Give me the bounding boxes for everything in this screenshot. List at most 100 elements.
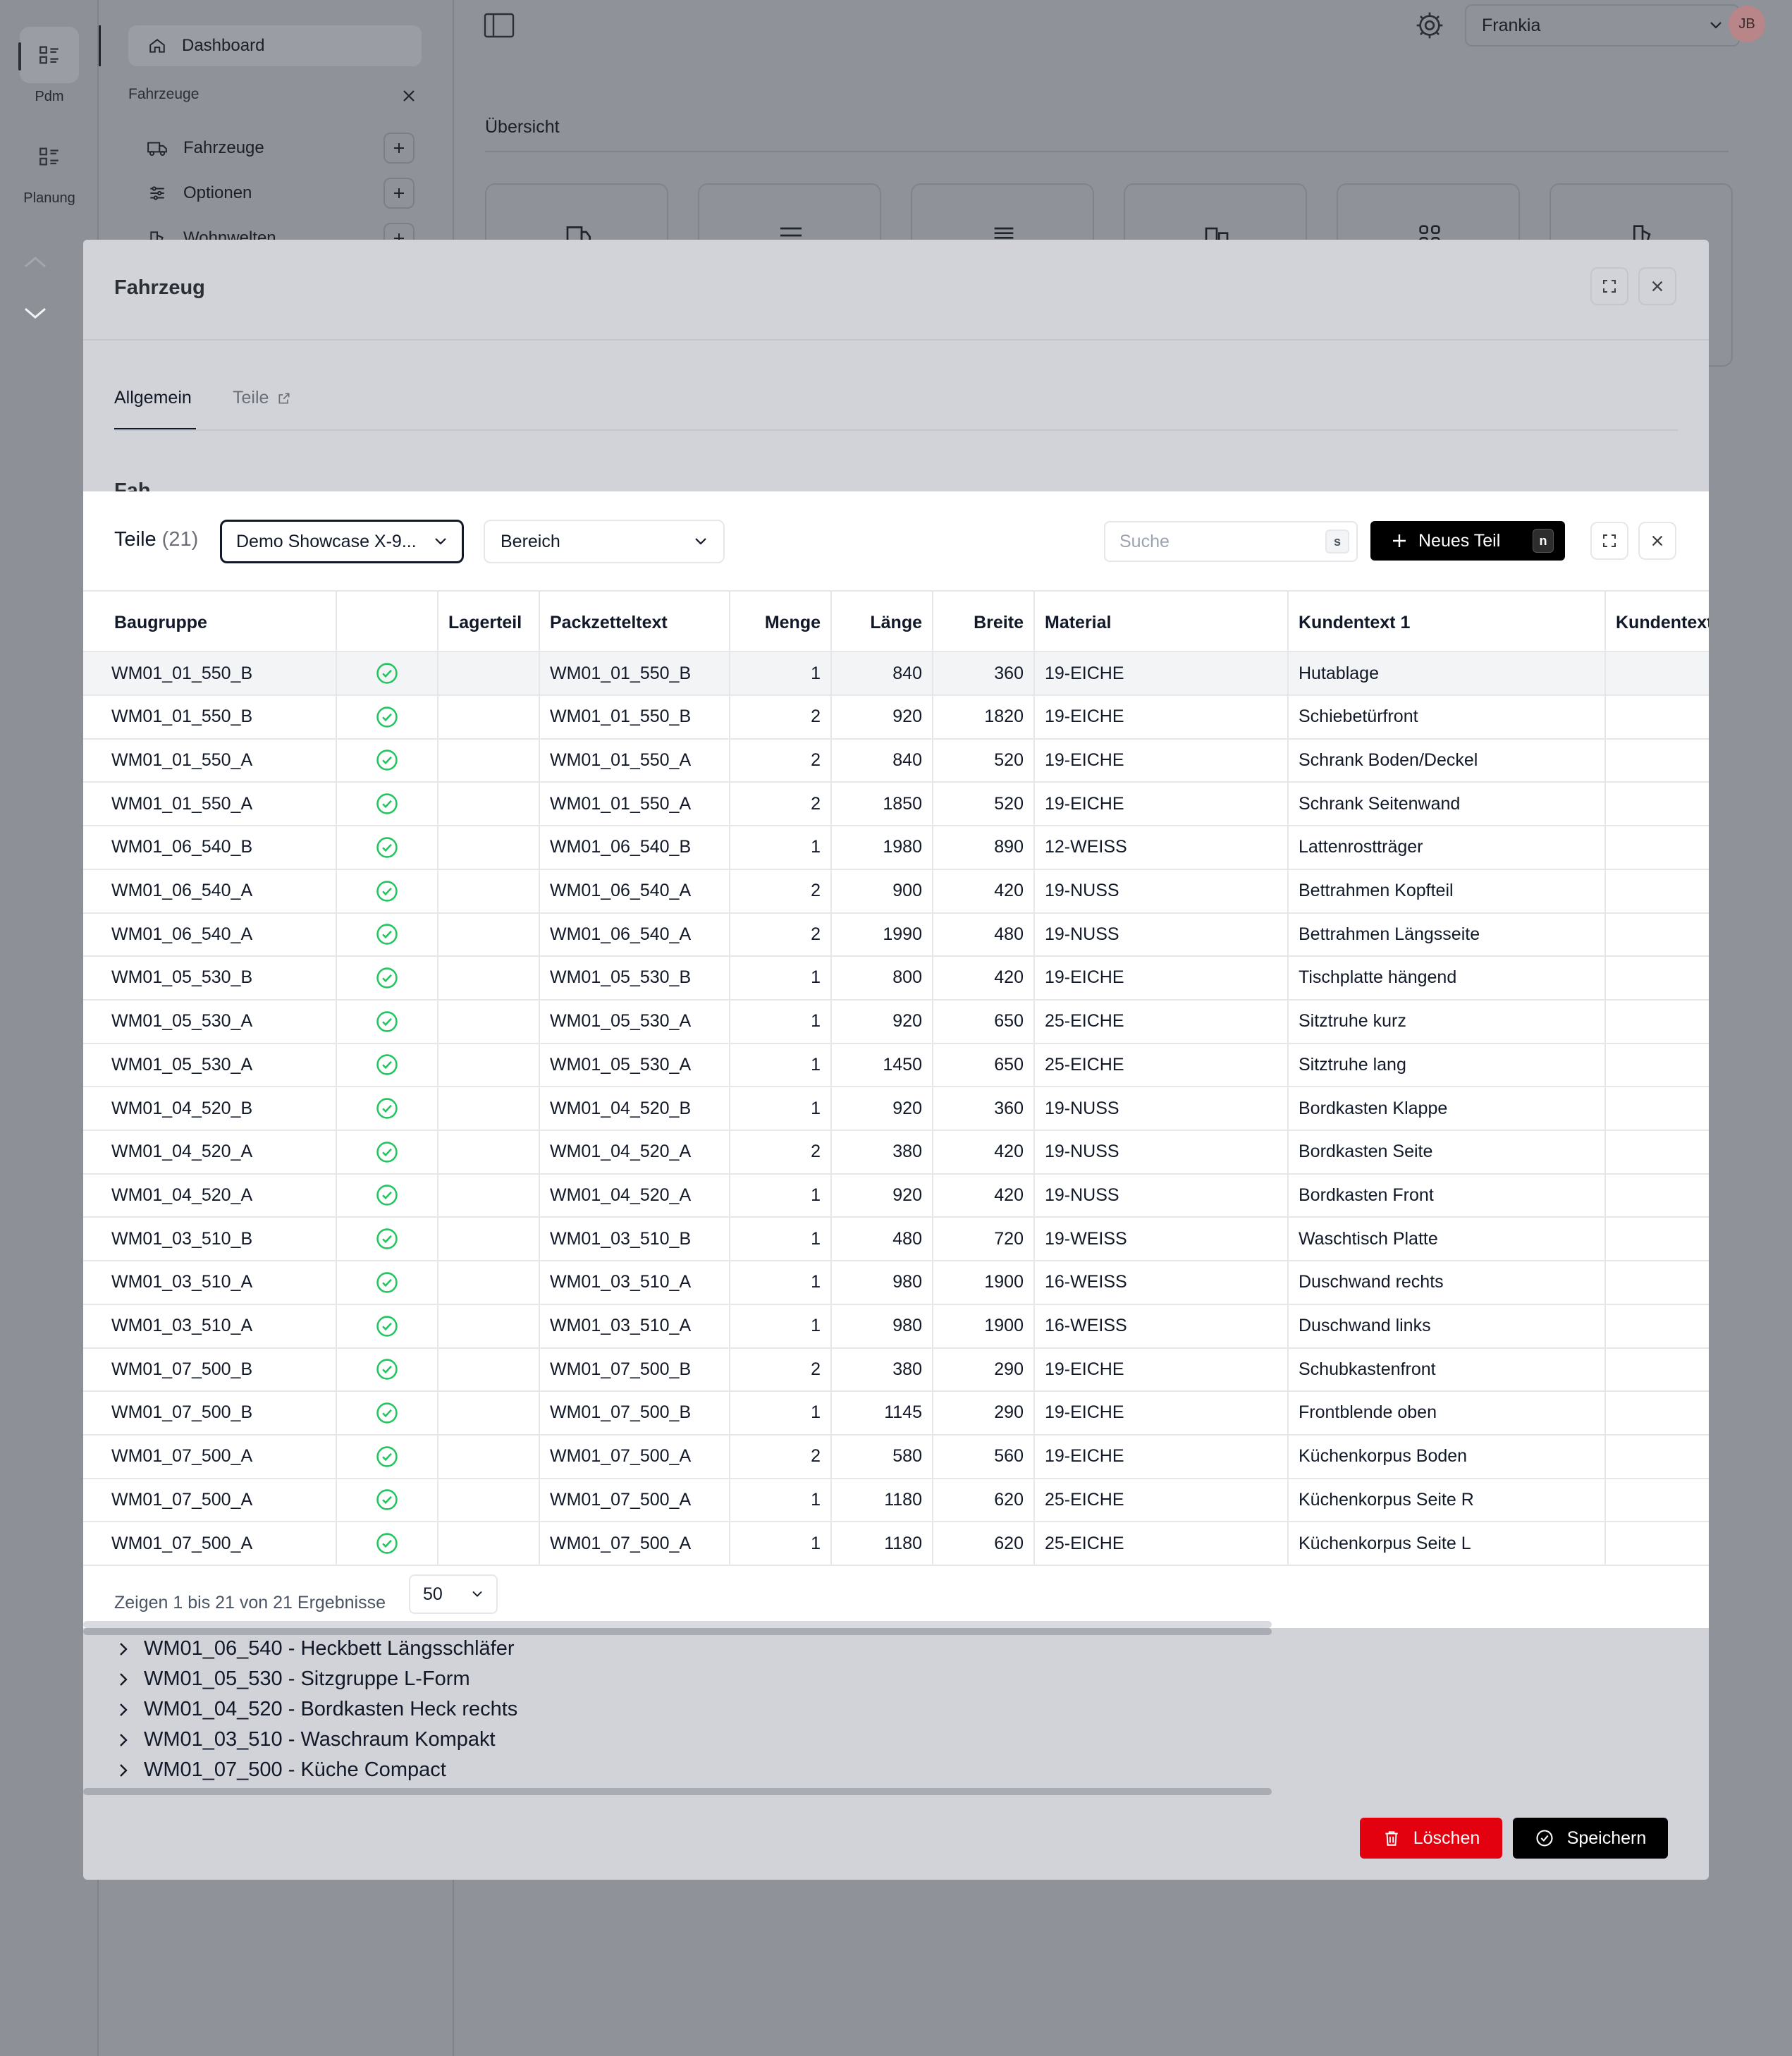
table-cell-breite: 650 <box>933 1044 1035 1087</box>
status-cell <box>337 869 438 912</box>
column-header[interactable] <box>337 592 438 654</box>
add-fahrzeug-button[interactable] <box>383 133 415 164</box>
table-cell-baugruppe: WM01_04_520_A <box>83 1130 337 1173</box>
table-row[interactable]: WM01_05_530_A WM01_05_530_A 1 920 650 25-EICH… <box>83 1000 1709 1044</box>
add-option-button[interactable] <box>383 178 415 209</box>
group-item[interactable]: WM01_04_520 - Bordkasten Heck rechts <box>118 1698 517 1721</box>
table-row[interactable]: WM01_03_510_A WM01_03_510_A 1 980 1900 16-WEI… <box>83 1261 1709 1305</box>
expand-button[interactable] <box>1590 522 1628 560</box>
manufacturer-select[interactable]: Frankia <box>1465 4 1740 47</box>
table-row[interactable]: WM01_01_550_B WM01_01_550_B 1 840 360 19-EICH… <box>83 652 1709 696</box>
table-row[interactable]: WM01_05_530_A WM01_05_530_A 1 1450 650 25-EIC… <box>83 1044 1709 1088</box>
table-row[interactable]: WM01_01_550_A WM01_01_550_A 2 1850 520 19-EIC… <box>83 783 1709 827</box>
table-row[interactable]: WM01_05_530_B WM01_05_530_B 1 800 420 19-EICH… <box>83 956 1709 1001</box>
table-cell-material: 19-EICHE <box>1035 1391 1289 1434</box>
search-input[interactable]: Suche s <box>1104 521 1358 562</box>
new-part-button[interactable]: Neues Teil n <box>1370 521 1565 561</box>
table-row[interactable]: WM01_07_500_A WM01_07_500_A 2 580 560 19-EICH… <box>83 1435 1709 1479</box>
table-cell-baugruppe: WM01_01_550_A <box>83 783 337 826</box>
group-item[interactable]: WM01_06_540 - Heckbett Längsschläfer <box>118 1637 515 1660</box>
nav-item-dashboard[interactable]: Dashboard <box>128 25 422 66</box>
table-cell-baugruppe: WM01_07_500_A <box>83 1522 337 1565</box>
table-cell-breite: 290 <box>933 1391 1035 1434</box>
check-circle-icon <box>375 748 399 772</box>
vehicle-select[interactable]: Demo Showcase X-9... <box>220 520 464 563</box>
table-row[interactable]: WM01_01_550_B WM01_01_550_B 2 920 1820 19-EIC… <box>83 695 1709 740</box>
table-row[interactable]: WM01_06_540_A WM01_06_540_A 2 1990 480 19-NUS… <box>83 913 1709 957</box>
avatar[interactable]: JB <box>1729 6 1765 42</box>
nav-item-fahrzeuge[interactable]: Fahrzeuge <box>147 134 264 162</box>
table-cell <box>1606 1087 1709 1130</box>
table-row[interactable]: WM01_04_520_A WM01_04_520_A 2 380 420 19-NUSS… <box>83 1130 1709 1175</box>
delete-label: Löschen <box>1413 1828 1480 1848</box>
sidebar-toggle-icon[interactable] <box>484 13 515 38</box>
column-header[interactable]: Material <box>1035 592 1289 654</box>
table-cell <box>1606 1174 1709 1216</box>
table-row[interactable]: WM01_06_540_A WM01_06_540_A 2 900 420 19-NUSS… <box>83 869 1709 914</box>
check-circle-icon <box>375 1314 399 1338</box>
parts-title-label: Teile <box>114 528 157 551</box>
area-select[interactable]: Bereich <box>484 520 725 563</box>
close-button[interactable] <box>1638 267 1676 305</box>
shortcut-badge: s <box>1325 530 1349 553</box>
table-row[interactable]: WM01_04_520_A WM01_04_520_A 1 920 420 19-NUSS… <box>83 1174 1709 1218</box>
manufacturer-value: Frankia <box>1482 15 1541 35</box>
group-item[interactable]: WM01_07_500 - Küche Compact <box>118 1758 446 1782</box>
new-part-label: Neues Teil <box>1418 530 1501 551</box>
table-cell <box>438 1304 540 1347</box>
rail-item-planung[interactable]: Planung <box>0 128 99 207</box>
gear-icon[interactable] <box>1416 11 1444 39</box>
scrollbar[interactable] <box>83 1628 1272 1635</box>
column-header[interactable]: Kundentext 1 <box>1289 592 1606 654</box>
save-button[interactable]: Speichern <box>1513 1818 1668 1859</box>
table-cell <box>1606 913 1709 955</box>
column-header[interactable]: Kundentext <box>1606 592 1709 654</box>
column-header[interactable]: Lagerteil <box>438 592 540 654</box>
column-header[interactable]: Menge <box>730 592 832 654</box>
nav-label: Dashboard <box>182 36 265 55</box>
close-button[interactable] <box>1638 522 1676 560</box>
check-circle-icon <box>375 1096 399 1120</box>
table-row[interactable]: WM01_04_520_B WM01_04_520_B 1 920 360 19-NUSS… <box>83 1087 1709 1131</box>
scrollbar[interactable] <box>83 1621 1272 1628</box>
nav-item-optionen[interactable]: Optionen <box>147 179 252 207</box>
table-cell-menge: 1 <box>730 1000 832 1043</box>
table-row[interactable]: WM01_03_510_A WM01_03_510_A 1 980 1900 16-WEI… <box>83 1304 1709 1349</box>
table-cell-menge: 1 <box>730 826 832 869</box>
chevron-up-icon[interactable] <box>23 254 48 271</box>
table-cell <box>1606 739 1709 781</box>
scrollbar[interactable] <box>83 1788 1272 1795</box>
table-cell-kundentext: Bettrahmen Kopfteil <box>1289 869 1606 912</box>
table-row[interactable]: WM01_03_510_B WM01_03_510_B 1 480 720 19-WEIS… <box>83 1218 1709 1262</box>
chevron-down-icon[interactable] <box>23 305 48 322</box>
chevron-right-icon <box>118 1641 128 1657</box>
save-label: Speichern <box>1566 1828 1647 1848</box>
table-cell-menge: 2 <box>730 913 832 956</box>
table-row[interactable]: WM01_01_550_A WM01_01_550_A 2 840 520 19-EICH… <box>83 739 1709 783</box>
table-row[interactable]: WM01_07_500_B WM01_07_500_B 2 380 290 19-EICH… <box>83 1348 1709 1393</box>
rail-item-pdm[interactable]: Pdm <box>0 27 99 105</box>
expand-button[interactable] <box>1590 267 1628 305</box>
page-size-select[interactable]: 50 <box>409 1574 498 1614</box>
table-row[interactable]: WM01_07_500_A WM01_07_500_A 1 1180 620 25-EIC… <box>83 1522 1709 1566</box>
table-row[interactable]: WM01_06_540_B WM01_06_540_B 1 1980 890 12-WEI… <box>83 826 1709 870</box>
column-header[interactable]: Baugruppe <box>83 592 337 654</box>
tab-allgemein[interactable]: Allgemein <box>114 388 192 408</box>
table-row[interactable]: WM01_07_500_A WM01_07_500_A 1 1180 620 25-EIC… <box>83 1479 1709 1523</box>
column-header[interactable]: Breite <box>933 592 1035 654</box>
delete-button[interactable]: Löschen <box>1360 1818 1502 1859</box>
group-item[interactable]: WM01_03_510 - Waschraum Kompakt <box>118 1728 496 1751</box>
table-cell-packzettel: WM01_07_500_A <box>540 1435 730 1478</box>
table-cell-menge: 2 <box>730 739 832 782</box>
status-cell <box>337 1391 438 1434</box>
tab-teile[interactable]: Teile <box>233 388 291 408</box>
column-header[interactable]: Packzetteltext <box>540 592 730 654</box>
plus-icon <box>1392 533 1407 549</box>
close-icon[interactable] <box>400 87 417 104</box>
status-cell <box>337 1218 438 1261</box>
group-item[interactable]: WM01_05_530 - Sitzgruppe L-Form <box>118 1668 470 1691</box>
table-row[interactable]: WM01_07_500_B WM01_07_500_B 1 1145 290 19-EIC… <box>83 1391 1709 1436</box>
table-cell-breite: 520 <box>933 783 1035 826</box>
top-bar: Frankia JB <box>454 0 1792 56</box>
column-header[interactable]: Länge <box>832 592 933 654</box>
